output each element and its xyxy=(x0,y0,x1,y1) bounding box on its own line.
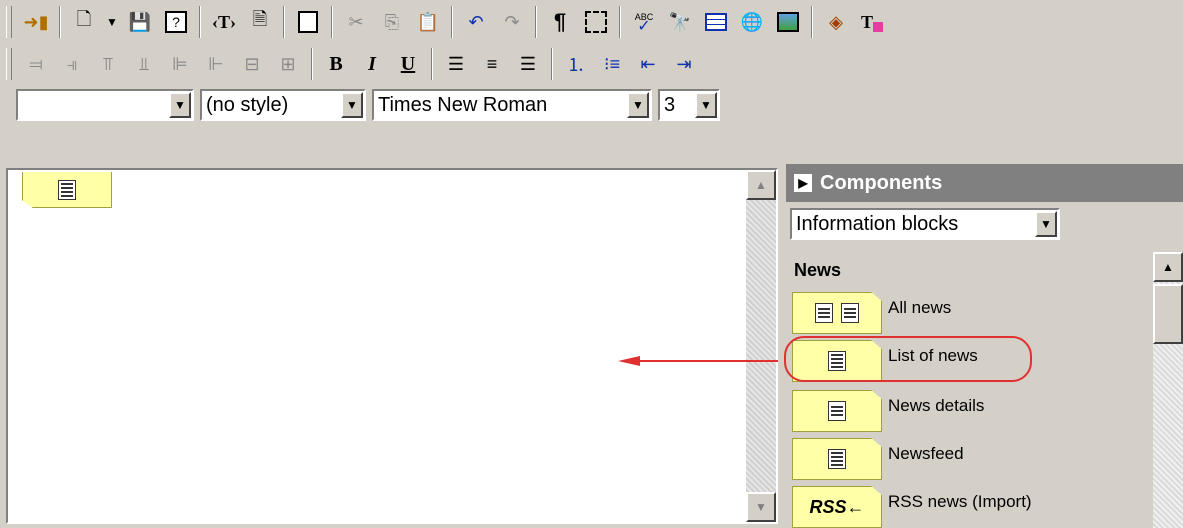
toolbar-separator xyxy=(283,6,285,38)
component-label: All news xyxy=(888,298,952,317)
toolbar-separator xyxy=(535,6,537,38)
collapse-triangle-icon[interactable]: ▶ xyxy=(794,174,812,192)
background-color-icon[interactable]: ◈ xyxy=(820,6,852,38)
align-right-icon[interactable]: ☰ xyxy=(512,48,544,80)
all-news-icon xyxy=(815,303,833,323)
component-label: Newsfeed xyxy=(888,444,964,463)
page-properties-icon[interactable]: 🗎 xyxy=(244,6,276,38)
toolbar-separator xyxy=(331,6,333,38)
new-document-icon[interactable]: 🗋 xyxy=(68,6,100,38)
find-icon[interactable]: 🔭 xyxy=(664,6,696,38)
merge-cells-icon[interactable]: ⫤ xyxy=(20,48,52,80)
insert-row-above-icon[interactable]: ⫪ xyxy=(92,48,124,80)
components-panel-header[interactable]: ▶ Components xyxy=(786,164,1183,202)
font-select[interactable]: Times New Roman ▼ xyxy=(372,89,652,121)
paragraph-marks-icon[interactable]: ¶ xyxy=(544,6,576,38)
style-select[interactable]: (no style) ▼ xyxy=(200,89,366,121)
insert-row-below-icon[interactable]: ⫫ xyxy=(128,48,160,80)
component-news-details[interactable]: News details xyxy=(792,390,984,432)
bold-button[interactable]: B xyxy=(320,48,352,80)
toolbar-separator xyxy=(311,48,313,80)
toolbar-row-1: ➜▮ 🗋 ▼ 💾 ? ‹T› 🗎 ✂ ⎘ 📋 ↶ ↷ ¶ ABC ✓ 🔭 🌐 ◈ … xyxy=(0,2,1183,42)
component-all-news[interactable]: All news xyxy=(792,292,951,334)
component-category-select[interactable]: Information blocks ▼ xyxy=(790,208,1060,240)
toolbar-grip[interactable] xyxy=(6,48,12,80)
toolbar-row-2: ⫤ ⫣ ⫪ ⫫ ⊫ ⊩ ⊟ ⊞ B I U ☰ ≡ ☰ ⒈ ⁝≡ ⇤ ⇥ xyxy=(0,44,1183,84)
help-icon[interactable]: ? xyxy=(160,6,192,38)
chevron-down-icon[interactable]: ▼ xyxy=(341,92,363,118)
list-of-news-icon xyxy=(58,179,76,200)
toolbar-grip[interactable] xyxy=(6,6,12,38)
toolbar-separator xyxy=(431,48,433,80)
editor-area[interactable]: ▲ ▼ xyxy=(6,168,778,524)
show-borders-icon[interactable] xyxy=(580,6,612,38)
scroll-down-icon[interactable]: ▼ xyxy=(746,492,776,522)
components-scrollbar[interactable]: ▲ xyxy=(1153,252,1183,528)
insert-column-right-icon[interactable]: ⊩ xyxy=(200,48,232,80)
bulleted-list-icon[interactable]: ⁝≡ xyxy=(596,48,628,80)
split-cell-icon[interactable]: ⫣ xyxy=(56,48,88,80)
components-title: Components xyxy=(820,171,943,194)
scroll-up-icon[interactable]: ▲ xyxy=(746,170,776,200)
toolbar-separator xyxy=(59,6,61,38)
copy-icon[interactable]: ⎘ xyxy=(376,6,408,38)
insert-column-left-icon[interactable]: ⊫ xyxy=(164,48,196,80)
text-color-icon[interactable]: T xyxy=(856,6,888,38)
toolbar-separator xyxy=(811,6,813,38)
align-left-icon[interactable]: ☰ xyxy=(440,48,472,80)
outdent-icon[interactable]: ⇤ xyxy=(632,48,664,80)
template-tag-icon[interactable]: ‹T› xyxy=(208,6,240,38)
undo-icon[interactable]: ↶ xyxy=(460,6,492,38)
chevron-down-icon[interactable]: ▼ xyxy=(1035,211,1057,237)
spellcheck-icon[interactable]: ABC ✓ xyxy=(628,6,660,38)
redo-icon[interactable]: ↷ xyxy=(496,6,528,38)
toolbar-separator xyxy=(199,6,201,38)
delete-column-icon[interactable]: ⊞ xyxy=(272,48,304,80)
component-label: News details xyxy=(888,396,985,415)
chevron-down-icon[interactable]: ▼ xyxy=(627,92,649,118)
block-format-select[interactable]: ▼ xyxy=(16,89,194,121)
italic-button[interactable]: I xyxy=(356,48,388,80)
all-news-icon xyxy=(841,303,859,323)
indent-icon[interactable]: ⇥ xyxy=(668,48,700,80)
toolbar-separator xyxy=(619,6,621,38)
numbered-list-icon[interactable]: ⒈ xyxy=(560,48,592,80)
component-rss-import[interactable]: RSS← RSS news (Import) xyxy=(792,486,1032,528)
toolbar-separator xyxy=(551,48,553,80)
style-value: (no style) xyxy=(206,93,289,116)
save-icon[interactable]: 💾 xyxy=(124,6,156,38)
editor-scrollbar[interactable]: ▲ ▼ xyxy=(746,170,776,522)
exit-icon[interactable]: ➜▮ xyxy=(20,6,52,38)
inserted-component[interactable] xyxy=(22,172,112,208)
insert-link-icon[interactable]: 🌐 xyxy=(736,6,768,38)
font-size-select[interactable]: 3 ▼ xyxy=(658,89,720,121)
drag-arrow xyxy=(618,356,778,366)
chevron-down-icon[interactable]: ▼ xyxy=(169,92,191,118)
toolbar-separator xyxy=(451,6,453,38)
underline-button[interactable]: U xyxy=(392,48,424,80)
source-view-icon[interactable] xyxy=(292,6,324,38)
cut-icon[interactable]: ✂ xyxy=(340,6,372,38)
chevron-down-icon[interactable]: ▼ xyxy=(695,92,717,118)
news-details-icon xyxy=(828,401,846,421)
insert-image-icon[interactable] xyxy=(772,6,804,38)
font-size-value: 3 xyxy=(664,93,676,116)
format-bar: ▼ (no style) ▼ Times New Roman ▼ 3 ▼ xyxy=(0,86,1183,124)
scroll-up-icon[interactable]: ▲ xyxy=(1153,252,1183,282)
section-label-news: News xyxy=(794,260,842,280)
font-value: Times New Roman xyxy=(378,93,548,116)
component-category-value: Information blocks xyxy=(796,212,959,235)
new-document-dropdown-icon[interactable]: ▼ xyxy=(104,6,120,38)
delete-row-icon[interactable]: ⊟ xyxy=(236,48,268,80)
paste-icon[interactable]: 📋 xyxy=(412,6,444,38)
component-newsfeed[interactable]: Newsfeed xyxy=(792,438,964,480)
scrollbar-thumb[interactable] xyxy=(1153,284,1183,344)
component-label: RSS news (Import) xyxy=(888,492,1032,511)
align-center-icon[interactable]: ≡ xyxy=(476,48,508,80)
highlight-circle xyxy=(784,336,1032,382)
insert-table-icon[interactable] xyxy=(700,6,732,38)
rss-import-icon: RSS← xyxy=(809,496,865,517)
newsfeed-icon xyxy=(828,449,846,469)
